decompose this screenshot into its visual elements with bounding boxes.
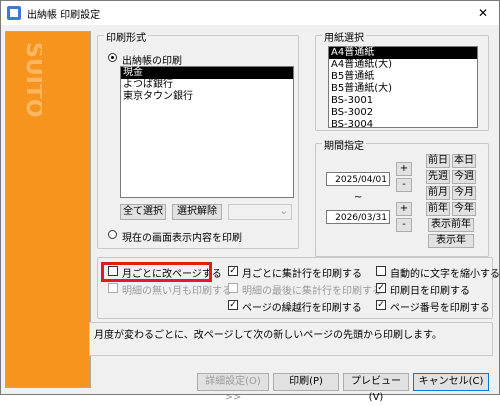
radio-print-screen[interactable] [108,230,117,239]
display-prev-year-button[interactable]: 表示前年 [428,218,474,232]
date-range-tilde: ~ [354,192,363,203]
print-monthly-totals-label: 月ごとに集計行を印刷する [242,269,362,280]
display-year-button[interactable]: 表示年 [428,234,474,248]
auto-shrink-text-label: 自動的に文字を縮小する [390,269,500,280]
period-legend: 期間指定 [322,137,366,152]
end-date-field[interactable]: 2026/03/31 [326,210,390,224]
paper-item-3[interactable]: B5普通紙(大) [329,83,477,95]
paper-legend: 用紙選択 [322,29,366,44]
dialog-body: SUITO 印刷形式 出納帳の印刷 現金 よつば銀行 東京タウン銀行 全て選択 … [1,25,500,403]
title-bar: 出納帳 印刷設定 ✕ [1,1,499,25]
auto-shrink-text-checkbox[interactable] [376,266,386,276]
description-text: 月度が変わるごとに、改ページして次の新しいページの先頭から印刷します。 [94,330,442,341]
account-item-2[interactable]: 東京タウン銀行 [121,91,293,103]
prev-year-button[interactable]: 前年 [426,202,450,216]
print-format-group: 印刷形式 出納帳の印刷 現金 よつば銀行 東京タウン銀行 全て選択 選択解除 ⌄… [97,29,299,249]
account-item-1[interactable]: よつば銀行 [121,79,293,91]
this-month-button[interactable]: 今月 [452,186,476,200]
prev-week-button[interactable]: 先週 [426,170,450,184]
paper-item-6[interactable]: BS-3004 [329,119,477,131]
today-button[interactable]: 本日 [452,154,476,168]
print-final-totals-label: 明細の最後に集計行を印刷する [242,286,382,297]
close-button[interactable]: ✕ [467,1,499,25]
this-week-button[interactable]: 今週 [452,170,476,184]
period-group: 期間指定 2025/04/01 + - ~ 2026/03/31 + - 前日 … [315,137,489,257]
prev-day-button[interactable]: 前日 [426,154,450,168]
account-list[interactable]: 現金 よつば銀行 東京タウン銀行 [120,66,294,198]
brand-logo-text: SUITO [21,42,42,118]
end-date-plus-button[interactable]: + [396,202,412,216]
start-date-plus-button[interactable]: + [396,162,412,176]
advanced-settings-button[interactable]: 詳細設定(O) >> [197,373,269,403]
paper-group: 用紙選択 A4普通紙 A4普通紙(大) B5普通紙 B5普通紙(大) BS-30… [315,29,489,131]
preview-button[interactable]: プレビュー(V) [343,373,409,403]
print-empty-months-checkbox[interactable] [108,283,118,293]
print-page-numbers-label: ページ番号を印刷する [390,303,490,314]
brand-logo: SUITO [21,42,42,118]
print-format-legend: 印刷形式 [104,29,148,44]
print-print-date-label: 印刷日を印刷する [390,286,470,297]
select-all-button[interactable]: 全て選択 [120,204,166,220]
radio-print-ledger-label: 出納帳の印刷 [122,56,182,67]
end-date-minus-button[interactable]: - [396,218,412,232]
print-button[interactable]: 印刷(P) [273,373,339,391]
cancel-button[interactable]: キャンセル(C) [413,373,489,391]
account-dropdown[interactable]: ⌄ [228,204,292,220]
paper-item-1[interactable]: A4普通紙(大) [329,59,477,71]
chevron-down-icon: ⌄ [279,206,288,217]
print-carryover-checkbox[interactable]: ✓ [228,300,238,310]
deselect-button[interactable]: 選択解除 [172,204,222,220]
radio-print-screen-label: 現在の画面表示内容を印刷 [122,233,242,244]
print-print-date-checkbox[interactable]: ✓ [376,283,386,293]
paper-item-5[interactable]: BS-3002 [329,107,477,119]
print-empty-months-label: 明細の無い月も印刷する [122,286,232,297]
start-date-field[interactable]: 2025/04/01 [326,172,390,186]
paper-item-2[interactable]: B5普通紙 [329,71,477,83]
start-date-minus-button[interactable]: - [396,178,412,192]
window-title: 出納帳 印刷設定 [27,10,101,21]
highlight-box [101,262,212,282]
app-icon [7,6,21,20]
description-panel: 月度が変わるごとに、改ページして次の新しいページの先頭から印刷します。 [89,322,493,356]
print-settings-window: 出納帳 印刷設定 ✕ SUITO 印刷形式 出納帳の印刷 現金 よつば銀行 東京… [0,0,500,403]
print-monthly-totals-checkbox[interactable]: ✓ [228,266,238,276]
print-carryover-label: ページの繰越行を印刷する [242,303,362,314]
print-final-totals-checkbox[interactable] [228,283,238,293]
paper-item-0[interactable]: A4普通紙 [329,47,477,59]
radio-print-ledger[interactable] [108,53,117,62]
prev-month-button[interactable]: 前月 [426,186,450,200]
paper-item-4[interactable]: BS-3001 [329,95,477,107]
account-item-0[interactable]: 現金 [121,67,293,79]
brand-panel: SUITO [5,31,91,388]
this-year-button[interactable]: 今年 [452,202,476,216]
print-page-numbers-checkbox[interactable]: ✓ [376,300,386,310]
paper-list[interactable]: A4普通紙 A4普通紙(大) B5普通紙 B5普通紙(大) BS-3001 BS… [328,46,478,131]
